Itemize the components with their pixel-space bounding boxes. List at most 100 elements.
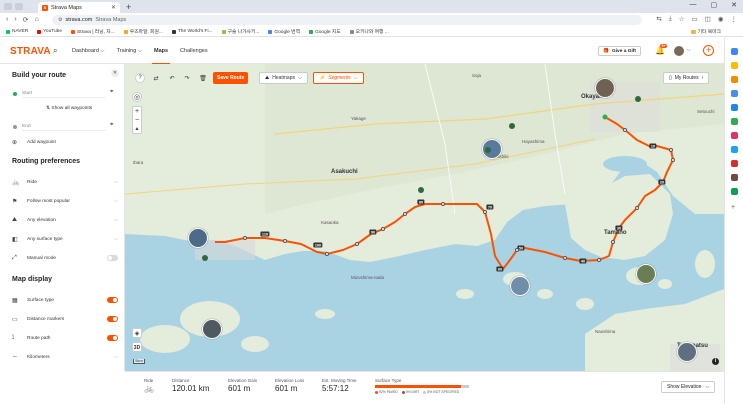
profile-icon[interactable]: ◉ [718,15,724,23]
waypoint-dot[interactable] [563,256,567,260]
map-canvas[interactable]: ? ⇄ ↶ ↷ 🗑 Save Route ⛰ Heatmaps ⌵ ⚡ Segm… [125,64,724,371]
minimize-icon[interactable]: — [690,1,697,9]
toggle-switch[interactable] [107,297,118,303]
nav-challenges[interactable]: Challenges [174,48,214,64]
chevron-down-icon[interactable]: ⌵ [114,217,118,223]
download-icon[interactable]: ⤓ [669,15,672,23]
pref-row-bike[interactable]: 🚲 Ride ⌵ [12,177,118,187]
help-icon[interactable]: ? [135,73,145,83]
waypoint-dot[interactable] [671,158,675,162]
waypoint-dot[interactable] [441,202,445,206]
layers-icon[interactable]: ◈ [132,328,142,338]
waypoint-dot[interactable] [669,148,673,152]
side-app-icon[interactable] [731,132,738,139]
poi-icon[interactable] [202,255,208,261]
toggle-switch[interactable] [107,316,118,322]
bookmark-item[interactable]: Strava | 러닝, 자... [71,28,115,35]
nav-maps[interactable]: Maps [148,48,174,65]
new-tab-button[interactable]: + [126,2,131,12]
trash-icon[interactable]: 🗑 [198,73,208,83]
waypoint-dot[interactable] [355,242,359,246]
waypoint-dot[interactable] [243,236,247,240]
chevron-down-icon[interactable]: ⌵ [114,179,118,185]
waypoint-dot[interactable] [381,227,385,231]
tab-close-icon[interactable]: ✕ [111,4,116,11]
poi-icon[interactable] [635,96,641,102]
forward-icon[interactable]: › [14,16,16,24]
side-app-icon[interactable] [731,48,738,55]
photo-pin[interactable] [636,264,656,284]
site-info-icon[interactable]: ⚙ [58,17,62,23]
pref-row-elevation[interactable]: ⛰ Any elevation ⌵ [12,215,118,225]
bookmark-item[interactable]: YouTube [37,29,62,34]
segments-dropdown[interactable]: ⚡ Segments ⌵ [313,72,364,84]
info-icon[interactable]: i [712,358,719,365]
chevron-down-icon[interactable]: ⌵ [114,354,118,360]
zoom-out-button[interactable]: − [133,116,141,125]
waypoint-dot[interactable] [283,239,287,243]
close-icon[interactable]: ✕ [111,69,119,77]
side-app-icon[interactable] [731,104,738,111]
locate-icon[interactable]: ◎ [132,92,142,102]
toggle-switch[interactable] [107,335,118,341]
close-window-icon[interactable]: ✕ [731,1,737,9]
pref-row-popular[interactable]: ⚑ Follow most popular ⌵ [12,196,118,206]
photo-pin[interactable] [677,342,697,362]
bookmark-item[interactable]: Google 지도 [309,28,341,35]
heatmaps-dropdown[interactable]: ⛰ Heatmaps ⌵ [259,72,308,84]
bookmarks-folder[interactable]: 기타 북마크 [690,28,721,35]
show-all-waypoints-link[interactable]: ⇅ Show all waypoints [46,106,92,111]
waypoint-dot[interactable] [515,248,519,252]
start-input[interactable]: Start [22,89,106,98]
crosshair-icon[interactable]: ⌖ [110,122,113,129]
pref-row-surface[interactable]: ◧ Any surface type ⌵ [12,234,118,244]
pref-row-kilometers[interactable]: ⇔ Kilometers ⌵ [12,352,118,362]
waypoint-dot[interactable] [611,240,615,244]
poi-icon[interactable] [509,123,515,129]
bookmark-item[interactable]: 구슬 나가사키... [221,28,259,35]
chevron-down-icon[interactable]: ⌵ [114,236,118,242]
waypoint-dot[interactable] [597,258,601,262]
my-routes-button[interactable]: ▯ My Routes › [663,72,710,84]
waypoint-dot[interactable] [483,210,487,214]
route-start-dot[interactable] [602,114,608,120]
photo-pin[interactable] [202,319,222,339]
poi-icon[interactable] [418,187,424,193]
create-plus-button[interactable]: + [703,45,714,56]
strava-logo[interactable]: STRAVA [10,46,51,57]
browser-tab[interactable]: S Strava Maps ✕ [38,2,120,13]
side-app-icon[interactable] [731,62,738,69]
menu-icon[interactable]: ⋮ [731,15,738,23]
extensions-icon[interactable]: ◫ [705,15,711,23]
photo-pin[interactable] [188,228,208,248]
nav-training[interactable]: Training ⌵ [111,48,148,64]
side-app-icon[interactable] [731,146,738,153]
pref-row-route-path[interactable]: ⟟ Route path [12,333,118,343]
nav-dashboard[interactable]: Dashboard ⌵ [66,48,111,64]
side-app-icon[interactable] [731,118,738,125]
redo-icon[interactable]: ↷ [182,73,192,83]
home-icon[interactable]: ⌂ [35,16,39,24]
side-add-icon[interactable]: + [731,204,735,211]
side-app-icon[interactable] [731,160,738,167]
side-app-icon[interactable] [731,76,738,83]
give-gift-button[interactable]: 🎁 Give a Gift [598,46,641,56]
compass-icon[interactable]: ▲ [133,125,141,134]
manual-mode-toggle[interactable] [107,255,118,261]
search-icon[interactable]: ⌕ [53,46,57,56]
3d-toggle[interactable]: 3D [132,342,142,352]
photo-pin[interactable] [595,78,615,98]
pref-row-distance-markers[interactable]: ▭ Distance markers [12,314,118,324]
tab-search-icon[interactable]: ▭ [692,15,698,23]
avatar[interactable] [674,46,684,56]
translate-icon[interactable]: ⇆ [656,15,661,23]
bookmark-item[interactable]: Google 번역 [268,28,300,35]
maximize-icon[interactable]: ▢ [711,1,718,9]
poi-icon[interactable] [485,147,491,153]
bookmark-item[interactable]: The World's Fi... [171,29,213,34]
url-input[interactable]: ⚙ strava.com Strava Maps [52,15,642,25]
reload-icon[interactable]: ⟳ [23,16,29,24]
save-route-button[interactable]: Save Route [213,72,249,84]
side-app-icon[interactable] [731,174,738,181]
crosshair-icon[interactable]: ⌖ [110,89,113,96]
